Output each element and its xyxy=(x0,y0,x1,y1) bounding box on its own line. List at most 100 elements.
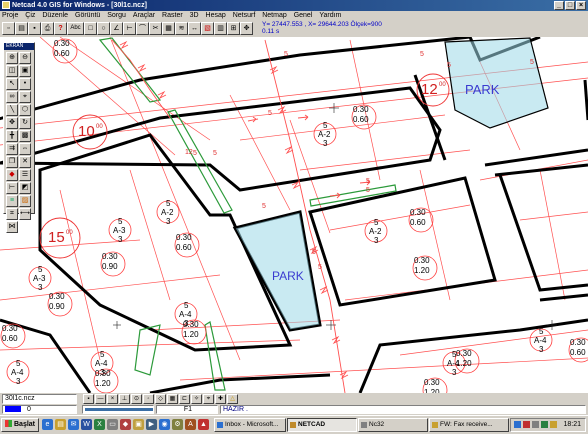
measure-tool-icon[interactable]: ⟷ xyxy=(19,208,31,220)
task-netcad[interactable]: NETCAD xyxy=(287,418,357,432)
zoom-previous-icon[interactable]: ▣ xyxy=(19,65,31,77)
polyline-icon[interactable]: ∠ xyxy=(110,22,123,35)
menu-yardim[interactable]: Yardım xyxy=(319,12,341,19)
snap-off-icon[interactable]: ✚ xyxy=(215,394,226,404)
menu-raster[interactable]: Raster xyxy=(162,12,183,19)
snap-polar-icon[interactable]: ✧ xyxy=(191,394,202,404)
copy-icon[interactable]: ❐ xyxy=(6,156,18,168)
dimension-icon[interactable]: ⊢ xyxy=(123,22,136,35)
word-quicklaunch-icon[interactable]: W xyxy=(81,419,92,430)
arc-icon[interactable]: ⌒ xyxy=(136,22,149,35)
net-quicklaunch-icon[interactable]: ◉ xyxy=(159,419,170,430)
layer-icon[interactable]: ≋ xyxy=(175,22,188,35)
network-icon[interactable]: ⋈ xyxy=(6,221,18,233)
menu-ciz[interactable]: Çiz xyxy=(25,12,35,19)
ie-quicklaunch-icon[interactable]: e xyxy=(42,419,53,430)
select-icon[interactable]: ↖ xyxy=(6,78,18,90)
snap-ortho-icon[interactable]: ⊏ xyxy=(179,394,190,404)
area-icon[interactable]: ◩ xyxy=(19,182,31,194)
help-button[interactable]: ? xyxy=(54,22,67,35)
snap-end-icon[interactable]: ▪ xyxy=(83,394,94,404)
menu-hesap[interactable]: Hesap xyxy=(206,12,226,19)
maximize-button[interactable]: □ xyxy=(565,1,575,10)
layer-field[interactable]: 0 xyxy=(2,405,77,414)
offset-icon[interactable]: ⇉ xyxy=(6,143,18,155)
update-tray-icon[interactable] xyxy=(550,421,557,428)
menu-proje[interactable]: Proje xyxy=(2,12,18,19)
menu-netmap[interactable]: Netmap xyxy=(262,12,287,19)
snap-quad-icon[interactable]: ◇ xyxy=(155,394,166,404)
acrobat-quicklaunch-icon[interactable]: A xyxy=(185,419,196,430)
menu-araclar[interactable]: Araçlar xyxy=(133,12,155,19)
pan-icon[interactable]: ✥ xyxy=(240,22,253,35)
layer-tool-icon[interactable]: ≡ xyxy=(6,195,18,207)
block-icon[interactable]: ▥ xyxy=(214,22,227,35)
binoculars-icon[interactable]: ∞ xyxy=(6,91,18,103)
snap-track-icon[interactable]: ⌖ xyxy=(203,394,214,404)
network-tray-icon[interactable] xyxy=(514,421,521,428)
task-inbox[interactable]: Inbox - Microsoft... xyxy=(214,418,286,432)
merge-icon[interactable]: ▩ xyxy=(19,130,31,142)
printer-tray-icon[interactable] xyxy=(541,421,548,428)
map-canvas[interactable]: 12 00 10 00 15 00 PARK PARK 5 A-2 3 5 A-2 3 5 A-3 3 5 A-2 3… xyxy=(0,37,588,393)
snap-center-icon[interactable]: ⊙ xyxy=(131,394,142,404)
new-file-icon[interactable]: ▫ xyxy=(2,22,15,35)
menu-netsurf[interactable]: Netsurf xyxy=(233,12,256,19)
rectangle-icon[interactable]: □ xyxy=(84,22,97,35)
snap-mid-icon[interactable]: ◦ xyxy=(143,394,154,404)
snap-perp-icon[interactable]: ⊥ xyxy=(119,394,130,404)
zoom-extents-icon[interactable]: ◫ xyxy=(6,65,18,77)
grid-icon[interactable]: ▦ xyxy=(162,22,175,35)
task-fax[interactable]: FW: Fax receive... xyxy=(429,418,509,432)
zoom-out-icon[interactable]: ⊖ xyxy=(19,52,31,64)
explorer-quicklaunch-icon[interactable]: ▤ xyxy=(55,419,66,430)
antivirus-tray-icon[interactable] xyxy=(523,421,530,428)
split-icon[interactable]: ╋ xyxy=(6,130,18,142)
trim-icon[interactable]: ✂ xyxy=(149,22,162,35)
menu-goruntu[interactable]: Görüntü xyxy=(75,12,100,19)
folder-quicklaunch-icon[interactable]: ▣ xyxy=(133,419,144,430)
zoom-in-icon[interactable]: ⊕ xyxy=(6,52,18,64)
hatch-icon[interactable]: ▧ xyxy=(201,22,214,35)
app-quicklaunch-icon[interactable]: ◆ xyxy=(120,419,131,430)
hatch-tool-icon[interactable]: ▨ xyxy=(19,195,31,207)
tool-quicklaunch-icon[interactable]: ⚙ xyxy=(172,419,183,430)
cadastral-map[interactable] xyxy=(0,37,588,393)
rotate-icon[interactable]: ↻ xyxy=(19,117,31,129)
snap-intersect-icon[interactable]: × xyxy=(107,394,118,404)
menu-3d[interactable]: 3D xyxy=(190,12,199,19)
warning-icon[interactable]: △ xyxy=(227,394,238,404)
snap-icon[interactable]: ⌗ xyxy=(6,208,18,220)
pdf-quicklaunch-icon[interactable]: ▲ xyxy=(198,419,209,430)
color-icon[interactable]: ◆ xyxy=(6,169,18,181)
dimension-tool-icon[interactable]: ⊢ xyxy=(6,182,18,194)
open-folder-icon[interactable]: ▤ xyxy=(15,22,28,35)
circle-icon[interactable]: ○ xyxy=(97,22,110,35)
media-quicklaunch-icon[interactable]: ▶ xyxy=(146,419,157,430)
save-icon[interactable]: ▪ xyxy=(28,22,41,35)
measure-icon[interactable]: ↔ xyxy=(188,22,201,35)
excel-quicklaunch-icon[interactable]: X xyxy=(94,419,105,430)
polygon-icon[interactable]: ⬡ xyxy=(19,104,31,116)
close-button[interactable]: × xyxy=(576,1,586,10)
desktop-quicklaunch-icon[interactable]: ▭ xyxy=(107,419,118,430)
menu-genel[interactable]: Genel xyxy=(294,12,313,19)
volume-tray-icon[interactable] xyxy=(532,421,539,428)
delete-icon[interactable]: ✕ xyxy=(19,156,31,168)
menu-sorgu[interactable]: Sorgu xyxy=(107,12,126,19)
snap-grid-icon[interactable]: ▦ xyxy=(167,394,178,404)
point-icon[interactable]: • xyxy=(19,78,31,90)
line-icon[interactable]: ╲ xyxy=(6,104,18,116)
start-button[interactable]: Başlat xyxy=(1,418,39,432)
text-abc-button[interactable]: Abc xyxy=(67,22,84,35)
mirror-icon[interactable]: ⇔ xyxy=(19,143,31,155)
outlook-quicklaunch-icon[interactable]: ✉ xyxy=(68,419,79,430)
properties-icon[interactable]: ☰ xyxy=(19,169,31,181)
find-icon[interactable]: ⌖ xyxy=(19,91,31,103)
zoom-window-icon[interactable]: ⊞ xyxy=(227,22,240,35)
menu-duzenle[interactable]: Düzenle xyxy=(42,12,68,19)
minimize-button[interactable]: _ xyxy=(554,1,564,10)
snap-line-icon[interactable]: — xyxy=(95,394,106,404)
move-icon[interactable]: ✥ xyxy=(6,117,18,129)
print-icon[interactable]: ⎙ xyxy=(41,22,54,35)
